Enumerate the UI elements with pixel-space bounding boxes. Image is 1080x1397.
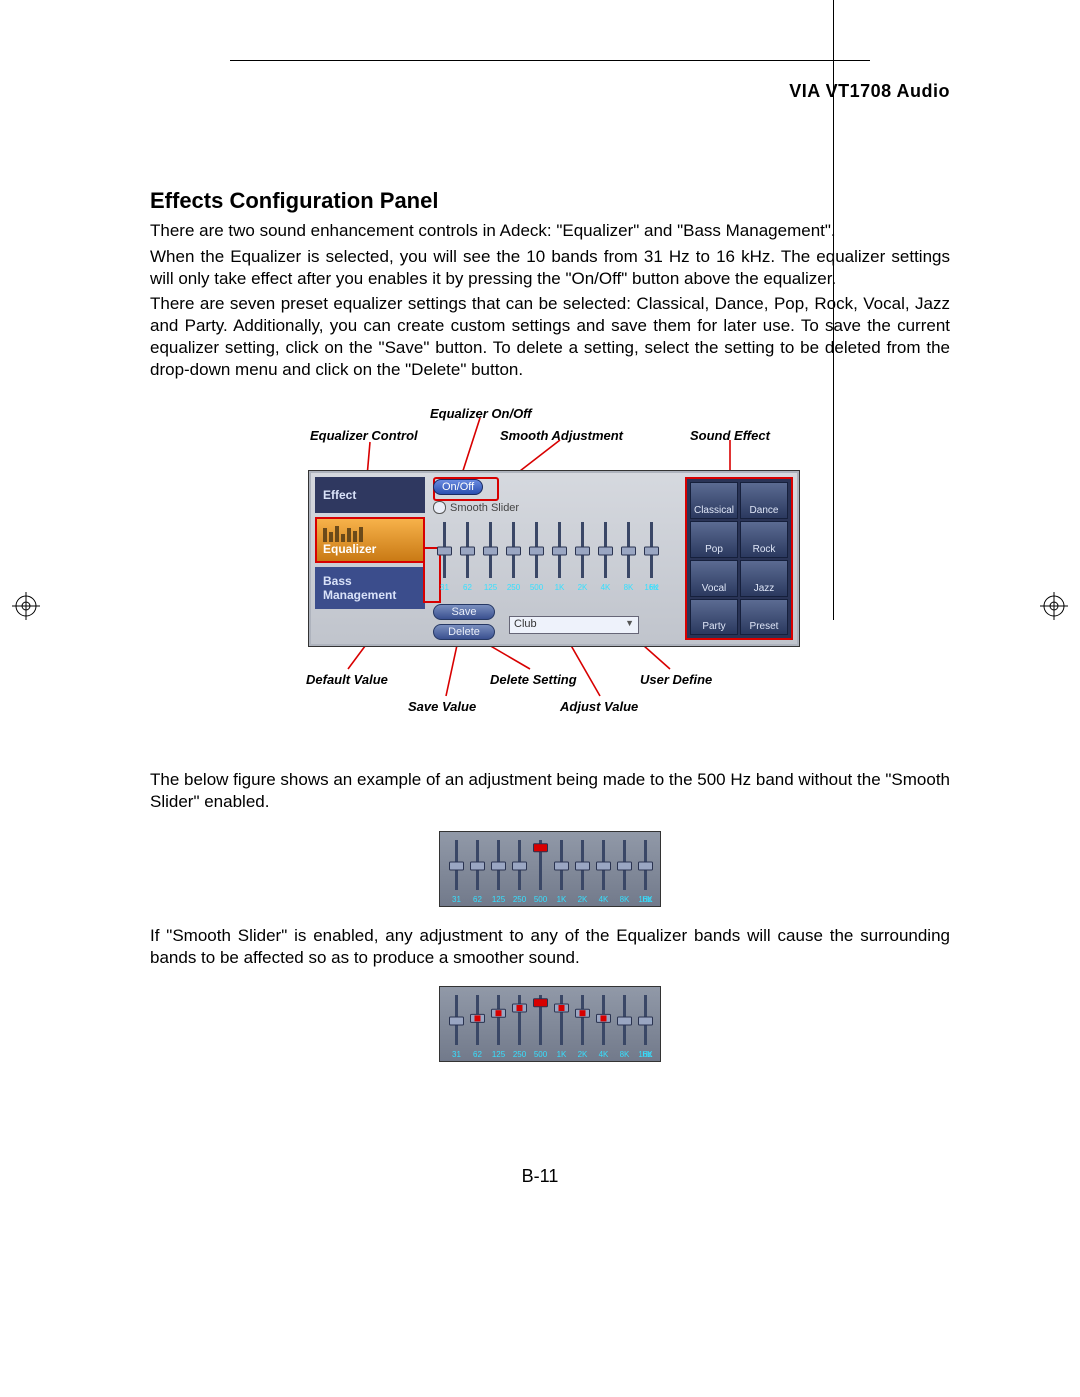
paragraph-4: The below figure shows an example of an … <box>150 769 950 813</box>
tab-equalizer-label: Equalizer <box>323 542 417 556</box>
svg-text:1K: 1K <box>557 1050 567 1059</box>
preset-label: Jazz <box>754 583 775 594</box>
preset-party[interactable]: Party <box>690 599 738 636</box>
svg-text:62: 62 <box>473 895 482 904</box>
tab-bass-label2: Management <box>323 588 417 602</box>
smooth-slider-label: Smooth Slider <box>450 502 519 514</box>
svg-text:125: 125 <box>492 1050 506 1059</box>
tab-bass-label1: Bass <box>323 574 417 588</box>
user-preset-dropdown[interactable]: Club ▼ <box>509 616 639 634</box>
preset-label: Vocal <box>702 583 726 594</box>
svg-text:4K: 4K <box>601 583 611 592</box>
svg-text:250: 250 <box>513 1050 527 1059</box>
svg-text:1K: 1K <box>557 895 567 904</box>
user-preset-value: Club <box>514 618 537 630</box>
svg-text:Hz: Hz <box>642 895 652 904</box>
save-button[interactable]: Save <box>433 604 495 620</box>
svg-text:31: 31 <box>452 1050 461 1059</box>
equalizer-icon <box>323 524 417 542</box>
svg-text:125: 125 <box>484 583 498 592</box>
preset-grid: Classical Dance Pop Rock Vocal Jazz Party Prese… <box>685 477 793 640</box>
tab-equalizer[interactable]: Equalizer <box>315 517 425 563</box>
page-number: B-11 <box>0 1166 1080 1187</box>
svg-text:125: 125 <box>492 895 506 904</box>
annotated-figure: Equalizer Control Equalizer On/Off Smoot… <box>230 404 870 739</box>
svg-text:500: 500 <box>534 895 548 904</box>
preset-classical[interactable]: Classical <box>690 482 738 519</box>
paragraph-1: There are two sound enhancement controls… <box>150 220 950 242</box>
svg-text:Hz: Hz <box>649 583 659 592</box>
delete-button-label: Delete <box>448 626 480 638</box>
chevron-down-icon: ▼ <box>625 618 634 628</box>
paragraph-2: When the Equalizer is selected, you will… <box>150 246 950 290</box>
preset-label: Pop <box>705 544 723 555</box>
eq-sliders[interactable]: 31621252505001K2K4K8K16KHz <box>433 520 663 594</box>
svg-text:2K: 2K <box>578 1050 588 1059</box>
svg-text:4K: 4K <box>599 1050 609 1059</box>
paragraph-5: If "Smooth Slider" is enabled, any adjus… <box>150 925 950 969</box>
svg-text:250: 250 <box>513 895 527 904</box>
section-title: Effects Configuration Panel <box>150 188 950 214</box>
preset-label: Dance <box>750 505 779 516</box>
save-button-label: Save <box>451 606 476 618</box>
preset-label: Preset <box>750 621 779 632</box>
svg-text:8K: 8K <box>620 895 630 904</box>
effects-panel: Effect Equalizer Bass Management On/Off … <box>308 470 800 647</box>
svg-text:500: 500 <box>534 1050 548 1059</box>
preset-pop[interactable]: Pop <box>690 521 738 558</box>
delete-button[interactable]: Delete <box>433 624 495 640</box>
svg-text:500: 500 <box>530 583 544 592</box>
svg-text:4K: 4K <box>599 895 609 904</box>
tab-bass-management[interactable]: Bass Management <box>315 567 425 609</box>
crop-mark-right-icon <box>1040 592 1068 620</box>
preset-label: Classical <box>694 505 734 516</box>
svg-text:2K: 2K <box>578 583 588 592</box>
svg-text:8K: 8K <box>624 583 634 592</box>
preset-jazz[interactable]: Jazz <box>740 560 788 597</box>
svg-text:62: 62 <box>473 1050 482 1059</box>
eq-save-delete: Save Delete <box>433 600 495 640</box>
eq-figure-no-smooth-svg: 31621252505001K2K4K8K16KHz <box>446 838 656 906</box>
preset-preset[interactable]: Preset <box>740 599 788 636</box>
tab-effect[interactable]: Effect <box>315 477 425 513</box>
chapter-label: VIA VT1708 Audio <box>150 81 950 102</box>
crop-mark-left-icon <box>12 592 40 620</box>
eq-figure-smooth-svg: 31621252505001K2K4K8K16KHz <box>446 993 656 1061</box>
svg-text:31: 31 <box>440 583 449 592</box>
tab-effect-label: Effect <box>323 488 417 502</box>
preset-dance[interactable]: Dance <box>740 482 788 519</box>
effects-sidebar: Effect Equalizer Bass Management <box>315 477 425 609</box>
smooth-slider-checkbox[interactable] <box>433 501 446 514</box>
svg-text:8K: 8K <box>620 1050 630 1059</box>
eq-onoff-button[interactable]: On/Off <box>433 479 483 495</box>
preset-vocal[interactable]: Vocal <box>690 560 738 597</box>
preset-rock[interactable]: Rock <box>740 521 788 558</box>
eq-figure-smooth: 31621252505001K2K4K8K16KHz <box>439 986 661 1062</box>
paragraph-3: There are seven preset equalizer setting… <box>150 293 950 380</box>
svg-text:1K: 1K <box>555 583 565 592</box>
eq-onoff-label: On/Off <box>442 481 474 493</box>
svg-text:250: 250 <box>507 583 521 592</box>
preset-label: Party <box>702 621 725 632</box>
svg-text:Hz: Hz <box>642 1050 652 1059</box>
eq-figure-no-smooth: 31621252505001K2K4K8K16KHz <box>439 831 661 907</box>
header-rule <box>230 60 870 61</box>
svg-text:31: 31 <box>452 895 461 904</box>
svg-text:2K: 2K <box>578 895 588 904</box>
svg-text:62: 62 <box>463 583 472 592</box>
preset-label: Rock <box>753 544 776 555</box>
